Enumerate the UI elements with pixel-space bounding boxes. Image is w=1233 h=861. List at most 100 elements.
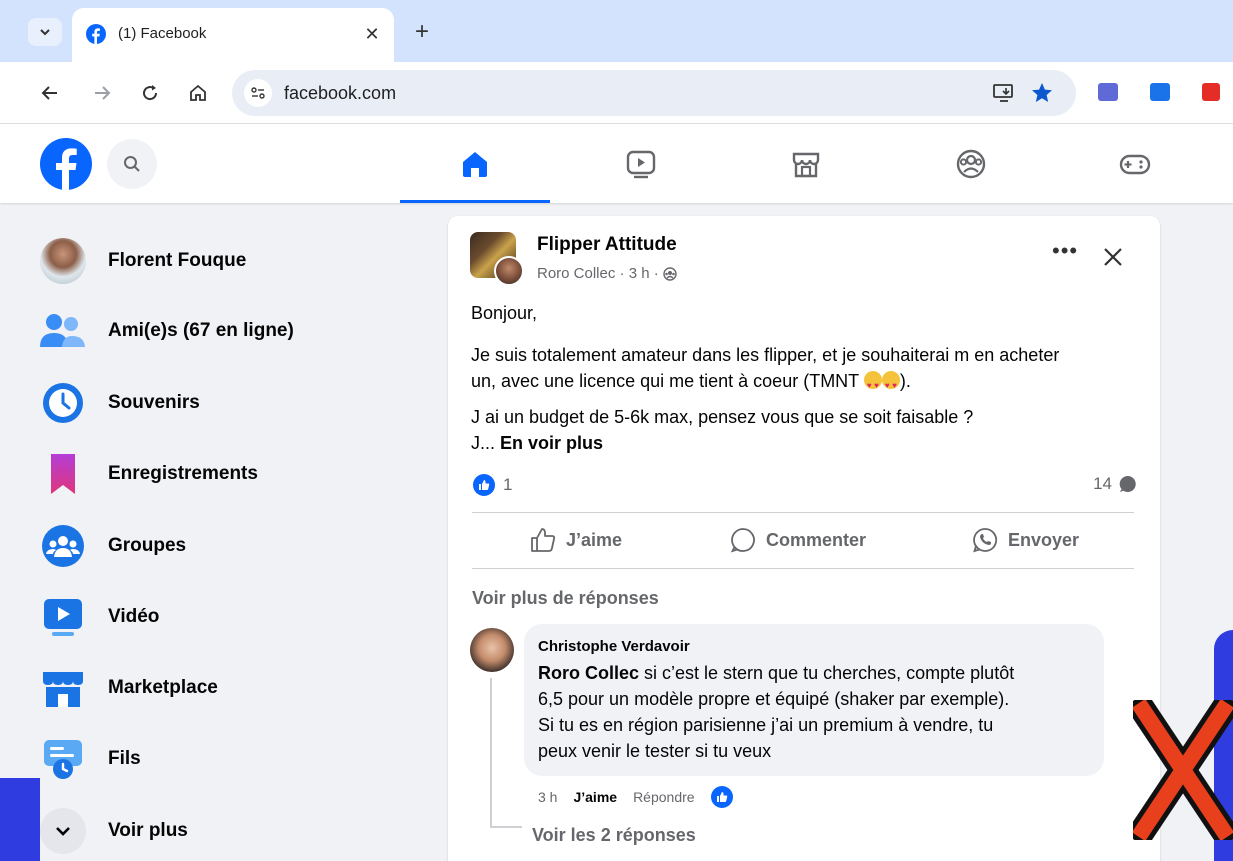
comment-time[interactable]: 3 h (538, 789, 557, 805)
home-icon (463, 151, 487, 177)
post-avatar[interactable] (470, 232, 524, 286)
comment-meta: 3 h J’aime Répondre (538, 786, 733, 808)
red-cross-mark-icon (1133, 700, 1233, 840)
groups-tab-icon (956, 149, 986, 178)
marketplace-tab-icon (792, 152, 820, 177)
reload-icon[interactable] (136, 79, 164, 107)
facebook-header (0, 124, 1233, 203)
sidebar-item-label: Groupes (108, 535, 187, 556)
nav-video-tab[interactable] (566, 124, 716, 203)
feed-post: Flipper Attitude Roro Collec · 3 h · •••… (448, 216, 1160, 861)
sidebar-item-memories[interactable]: Souvenirs (28, 372, 408, 434)
nav-gaming-tab[interactable] (1060, 124, 1210, 203)
sidebar-item-marketplace[interactable]: Marketplace (28, 657, 408, 719)
sidebar-item-friends[interactable]: Ami(e)s (67 en ligne) (28, 300, 408, 362)
address-bar[interactable]: facebook.com (232, 70, 1076, 116)
like-button[interactable]: J’aime (530, 522, 622, 558)
comment-button[interactable]: Commenter (730, 522, 866, 558)
extension-youtube-icon[interactable] (1202, 83, 1220, 101)
post-text-line1: Je suis totalement amateur dans les flip… (471, 345, 1060, 365)
thumbs-up-icon (531, 528, 556, 552)
comment-reply-button[interactable]: Répondre (633, 789, 695, 805)
view-replies-link[interactable]: Voir les 2 réponses (532, 825, 696, 846)
video-tab-icon (626, 150, 656, 178)
extension-blue-icon[interactable] (1150, 83, 1170, 101)
site-info-icon[interactable] (244, 79, 272, 107)
comment-author-name[interactable]: Christophe Verdavoir (538, 638, 690, 655)
comments-count[interactable]: 14 (1093, 474, 1138, 494)
decorative-blue-shape (0, 778, 40, 861)
bookmark-star-icon[interactable] (1030, 81, 1054, 105)
sidebar-item-label: Voir plus (108, 820, 188, 841)
search-button[interactable] (107, 139, 157, 189)
post-group-name[interactable]: Flipper Attitude (537, 234, 677, 256)
thread-line (490, 826, 522, 828)
nav-home-tab[interactable] (400, 124, 550, 203)
post-meta: Roro Collec · 3 h · (537, 265, 677, 282)
nav-groups-tab[interactable] (896, 124, 1046, 203)
home-icon[interactable] (184, 79, 212, 107)
sidebar-item-saved[interactable]: Enregistrements (28, 443, 408, 505)
post-text-greeting: Bonjour, (471, 303, 538, 323)
sidebar-item-groups[interactable]: Groupes (28, 515, 408, 577)
search-icon (124, 156, 140, 172)
sidebar-item-label: Enregistrements (108, 463, 258, 484)
sidebar-item-profile[interactable]: Florent Fouque (28, 230, 408, 292)
like-count: 1 (503, 475, 513, 494)
forward-arrow-icon[interactable] (88, 79, 116, 107)
back-arrow-icon[interactable] (36, 79, 64, 107)
browser-toolbar: facebook.com (0, 62, 1233, 124)
sidebar-item-label: Florent Fouque (108, 250, 247, 271)
extension-devtools-icon[interactable] (1098, 83, 1118, 101)
url-text: facebook.com (284, 83, 397, 103)
sidebar-item-label: Marketplace (108, 677, 218, 698)
browser-tab-facebook[interactable]: (1) Facebook ✕ (72, 8, 394, 62)
chevron-down-icon (40, 29, 50, 36)
see-more-link[interactable]: En voir plus (500, 433, 603, 453)
post-text-line2: un, avec une licence qui me tient à coeu… (471, 368, 911, 399)
post-hide-close-icon[interactable] (1098, 242, 1128, 272)
heart-eyes-emoji-icon (863, 371, 882, 399)
comment-text: Roro Collec si c’est le stern que tu che… (538, 663, 1015, 761)
view-more-replies-link[interactable]: Voir plus de réponses (472, 588, 659, 609)
sidebar-item-label: Fils (108, 748, 141, 769)
marketplace-icon (38, 663, 88, 713)
post-text-line3: J ai un budget de 5-6k max, pensez vous … (471, 407, 974, 427)
divider (472, 568, 1134, 569)
like-reaction-icon (473, 474, 495, 496)
sidebar-item-label: Vidéo (108, 606, 160, 627)
post-more-options-icon[interactable]: ••• (1052, 240, 1080, 266)
post-author-time[interactable]: Roro Collec · 3 h · (537, 265, 659, 282)
commenter-avatar[interactable] (470, 628, 514, 672)
tab-title: (1) Facebook (118, 25, 207, 42)
saved-icon (38, 449, 88, 499)
comment-bubble: Christophe Verdavoir Roro Collec si c’es… (524, 624, 1104, 776)
nav-marketplace-tab[interactable] (731, 124, 881, 203)
memories-icon (38, 378, 88, 428)
mention-link[interactable]: Roro Collec (538, 663, 639, 683)
chevron-down-icon (40, 808, 86, 854)
comment-bubble-icon (1119, 475, 1136, 492)
group-audience-icon (663, 266, 677, 281)
sidebar-item-video[interactable]: Vidéo (28, 586, 408, 648)
new-tab-button[interactable]: + (408, 18, 436, 46)
install-app-icon[interactable] (992, 82, 1016, 104)
comment-icon (730, 528, 755, 553)
video-icon (38, 592, 88, 642)
tab-search-dropdown-button[interactable] (28, 18, 62, 46)
send-button[interactable]: Envoyer (972, 522, 1079, 558)
comment-like-button[interactable]: J’aime (573, 789, 617, 805)
tab-close-icon[interactable]: ✕ (360, 22, 384, 46)
groups-icon (38, 521, 88, 571)
sidebar-item-see-more[interactable]: Voir plus (28, 800, 408, 861)
sidebar-item-feeds[interactable]: Fils (28, 728, 408, 790)
comment-like-reaction-icon (710, 786, 733, 808)
gaming-tab-icon (1119, 154, 1151, 174)
profile-avatar (38, 236, 88, 286)
reactions-summary[interactable]: 1 (473, 474, 512, 496)
feeds-icon (38, 734, 88, 784)
sidebar-item-label: Ami(e)s (67 en ligne) (108, 320, 294, 341)
author-avatar (494, 256, 524, 286)
facebook-logo-icon[interactable] (40, 138, 92, 190)
whatsapp-send-icon (973, 528, 998, 553)
